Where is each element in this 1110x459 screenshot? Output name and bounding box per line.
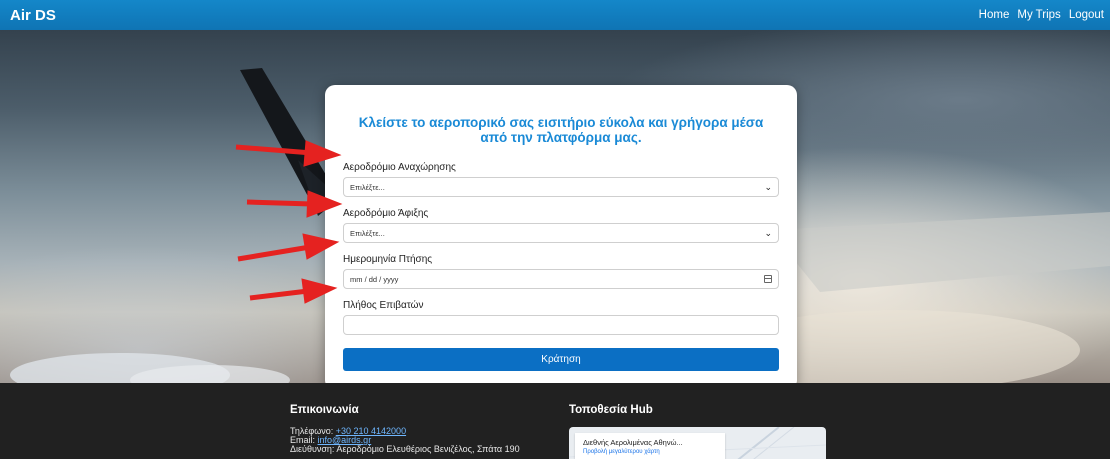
hub-heading: Τοποθεσία Hub: [569, 404, 653, 416]
annotation-arrow: [249, 278, 338, 304]
view-larger-map-link[interactable]: Προβολή μεγαλύτερου χάρτη: [583, 449, 717, 455]
annotation-arrow: [235, 140, 342, 167]
map-info-card: Διεθνής Αερολιμένας Αθηνώ... Προβολή μεγ…: [575, 433, 725, 459]
contact-info: Τηλέφωνο: +30 210 4142000 Email: info@ai…: [290, 427, 520, 454]
contact-heading: Επικοινωνία: [290, 404, 359, 416]
address-line: Διεύθυνση: Αεροδρόμιο Ελευθέριος Βενιζέλ…: [290, 444, 520, 454]
annotation-arrow: [246, 190, 343, 218]
annotation-arrow: [237, 233, 340, 262]
site-footer: Επικοινωνία Τηλέφωνο: +30 210 4142000 Em…: [0, 383, 1110, 459]
hub-map[interactable]: Διεθνής Αερολιμένας Αθηνώ... Προβολή μεγ…: [569, 427, 826, 459]
map-place-title: Διεθνής Αερολιμένας Αθηνώ...: [583, 438, 683, 447]
